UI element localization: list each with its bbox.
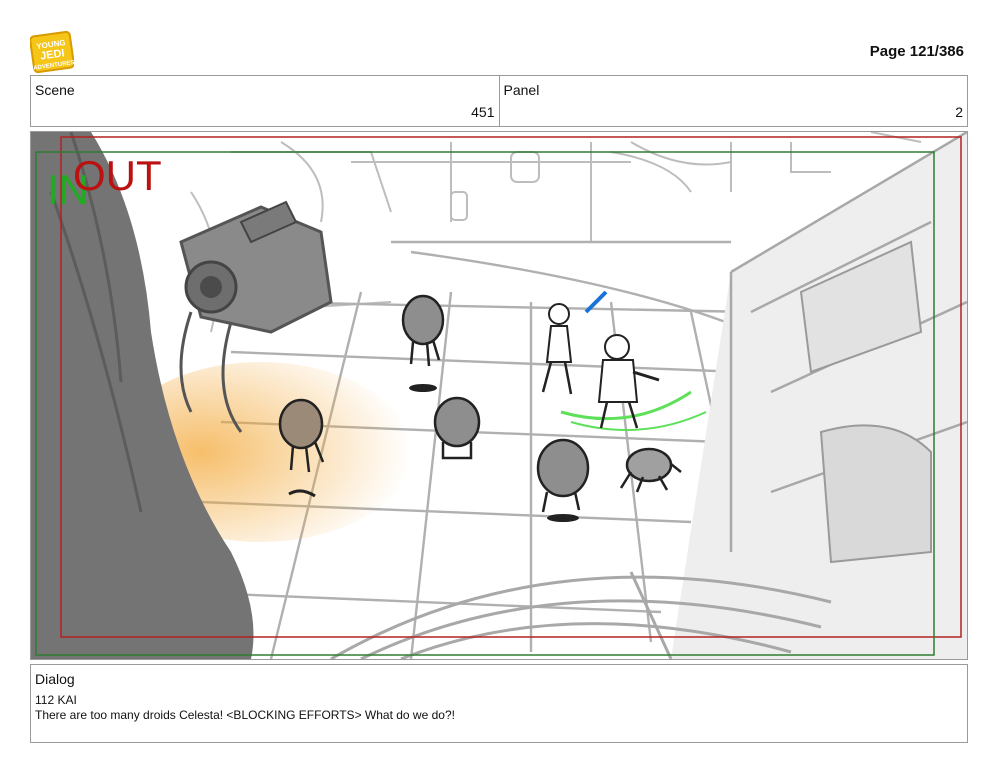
- droid-center: [433, 396, 481, 460]
- panel-cell: Panel 2: [498, 76, 968, 126]
- dialog-line: There are too many droids Celesta! <BLOC…: [35, 708, 455, 722]
- droid-front: [536, 438, 590, 522]
- droid-left-far: [401, 294, 445, 392]
- out-mark: OUT: [73, 152, 162, 199]
- storyboard-panel: IN OUT: [30, 131, 968, 660]
- show-logo: YOUNG JEDI ADVENTURES: [29, 30, 75, 74]
- dialog-label: Dialog: [35, 671, 75, 687]
- jedi-boy: [560, 334, 707, 431]
- droid-crawler: [619, 447, 682, 493]
- scene-number: 451: [471, 104, 495, 120]
- panel-label: Panel: [503, 82, 540, 98]
- scene-label: Scene: [35, 82, 75, 98]
- dialog-box: Dialog 112 KAI There are too many droids…: [30, 664, 968, 743]
- scene-cell: Scene 451: [31, 76, 499, 126]
- panel-number: 2: [955, 104, 963, 120]
- storyboard-sketch: IN OUT: [31, 132, 967, 659]
- scene-panel-header: Scene 451 Panel 2: [30, 75, 968, 127]
- dialog-speaker: 112 KAI: [35, 693, 77, 707]
- page-number: Page 121/386: [869, 43, 964, 60]
